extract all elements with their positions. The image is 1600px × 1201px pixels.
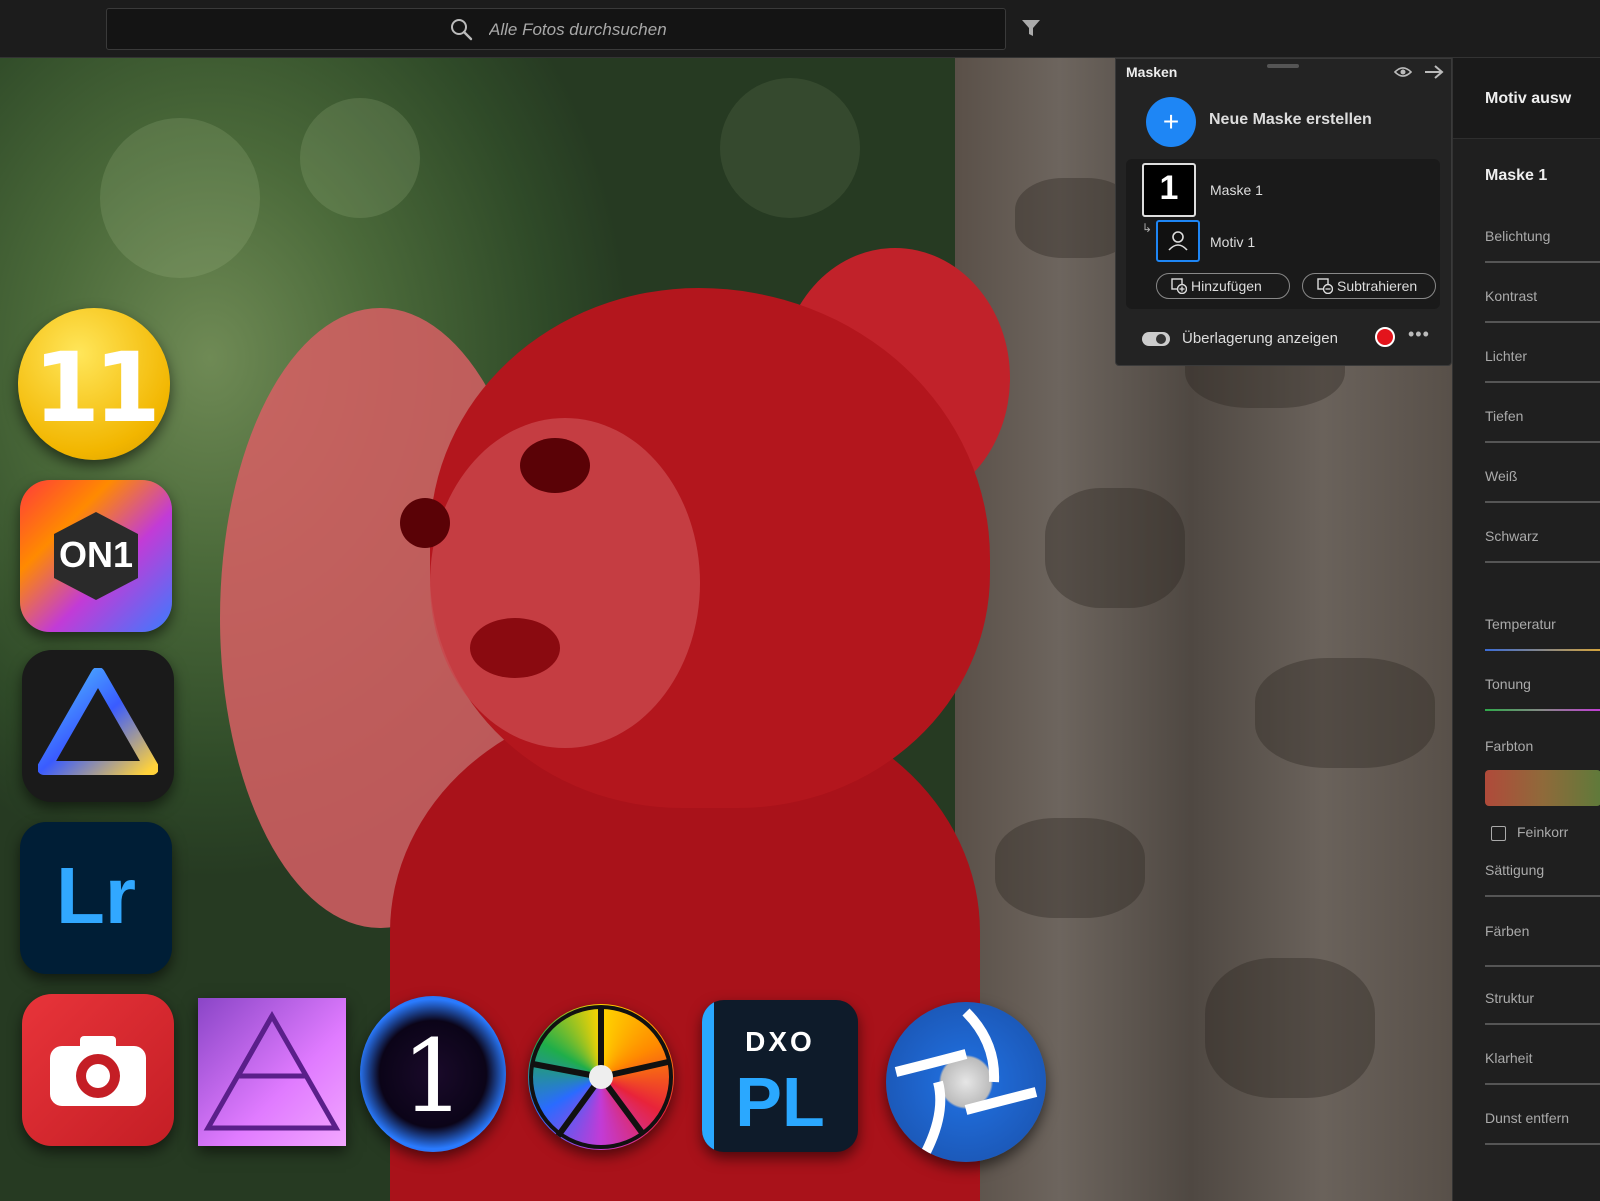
slider-track[interactable]	[1485, 501, 1600, 503]
slider-label: Klarheit	[1485, 1050, 1533, 1066]
slider-label: Tonung	[1485, 676, 1531, 692]
subject-component-thumbnail[interactable]	[1156, 220, 1200, 262]
search-input[interactable]	[487, 15, 971, 45]
link-arrow-icon: ↳	[1142, 221, 1153, 235]
fine-adjust-checkbox[interactable]	[1491, 826, 1506, 841]
eye-icon[interactable]	[1394, 66, 1412, 78]
app-icon-label: Lr	[56, 851, 136, 940]
add-button[interactable]: Hinzufügen	[1156, 273, 1290, 299]
slider-track[interactable]	[1485, 381, 1600, 383]
bokeh-highlight	[300, 98, 420, 218]
slider-label: Temperatur	[1485, 616, 1556, 632]
tint-slider[interactable]	[1485, 709, 1600, 711]
masks-panel-title: Masken	[1126, 64, 1178, 80]
search-icon	[451, 19, 473, 41]
slider-label: Struktur	[1485, 990, 1535, 1006]
camera-icon	[50, 1036, 146, 1106]
bokeh-highlight	[100, 118, 260, 278]
app-icon-darktable[interactable]	[528, 1004, 674, 1150]
subtract-mask-icon	[1317, 278, 1333, 294]
slider-track[interactable]	[1485, 261, 1600, 263]
subject-eye	[520, 438, 590, 493]
adjustments-panel: Motiv ausw Maske 1 Belichtung Kontrast L…	[1452, 58, 1600, 1201]
shutter-icon	[894, 1008, 1038, 1155]
more-options-icon[interactable]: •••	[1408, 324, 1430, 345]
app-icon-lightroom[interactable]: Lr	[20, 822, 172, 974]
subject-component-name[interactable]: Motiv 1	[1210, 234, 1255, 250]
hue-slider[interactable]	[1485, 770, 1600, 806]
app-icon-photo-editor-11[interactable]: 11	[18, 308, 170, 460]
slider-track[interactable]	[1485, 1083, 1600, 1085]
app-icon-label: 1	[401, 1018, 465, 1135]
app-icon-capture-one[interactable]: 1	[360, 996, 506, 1152]
person-icon	[1168, 231, 1188, 251]
overlay-toggle[interactable]	[1142, 332, 1170, 346]
app-icon-label: 11	[33, 332, 161, 444]
slider-label: Kontrast	[1485, 288, 1538, 304]
adjustments-header: Motiv ausw	[1453, 58, 1600, 139]
arrow-right-icon[interactable]	[1424, 64, 1444, 80]
aperture-icon	[529, 1005, 673, 1149]
masks-panel: Masken + Neue Maske erstellen 1 Maske 1 …	[1115, 58, 1452, 366]
app-icon-label: DXO	[745, 1026, 815, 1057]
app-icon-on1[interactable]: ON1	[20, 480, 172, 632]
slider-label: Tiefen	[1485, 408, 1524, 424]
new-mask-button[interactable]: +	[1146, 97, 1196, 147]
slider-label: Farbton	[1485, 738, 1534, 754]
app-icon-dxo-photolab[interactable]: DXO PL	[702, 1000, 858, 1152]
overlay-color-swatch[interactable]	[1375, 327, 1395, 347]
filter-icon[interactable]	[1020, 17, 1042, 39]
affinity-triangle-icon	[203, 1010, 341, 1131]
slider-label: Dunst entfern	[1485, 1110, 1570, 1126]
subtract-button-label: Subtrahieren	[1337, 278, 1418, 294]
slider-track[interactable]	[1485, 441, 1600, 443]
overlay-label: Überlagerung anzeigen	[1182, 330, 1338, 347]
slider-label: Belichtung	[1485, 228, 1551, 244]
triangle-icon	[38, 668, 158, 775]
add-button-label: Hinzufügen	[1191, 278, 1262, 294]
panel-drag-handle[interactable]	[1267, 64, 1299, 68]
slider-track[interactable]	[1485, 1143, 1600, 1145]
active-mask-name: Maske 1	[1485, 167, 1548, 184]
app-icon-affinity-photo[interactable]	[198, 998, 346, 1146]
mask-thumbnail-glyph: 1	[1159, 169, 1179, 207]
new-mask-label[interactable]: Neue Maske erstellen	[1209, 111, 1372, 129]
slider-label: Sättigung	[1485, 862, 1545, 878]
slider-label: Färben	[1485, 923, 1530, 939]
subject-nose	[470, 618, 560, 678]
app-icon-rawtherapee[interactable]	[886, 1002, 1046, 1162]
slider-label: Lichter	[1485, 348, 1528, 364]
slider-track[interactable]	[1485, 1023, 1600, 1025]
subtract-button[interactable]: Subtrahieren	[1302, 273, 1436, 299]
adjustments-title: Motiv ausw	[1485, 90, 1572, 107]
fine-adjust-label: Feinkorr	[1517, 824, 1569, 840]
mask-thumbnail[interactable]: 1	[1142, 163, 1196, 217]
app-icon-label: PL	[735, 1063, 825, 1141]
subject-eye	[400, 498, 450, 548]
app-icon-luminar[interactable]	[22, 650, 174, 802]
bokeh-highlight	[720, 78, 860, 218]
add-mask-icon	[1171, 278, 1187, 294]
app-icon-photo-director[interactable]	[22, 994, 174, 1146]
temperature-slider[interactable]	[1485, 649, 1600, 651]
mask-name[interactable]: Maske 1	[1210, 182, 1263, 198]
slider-label: Schwarz	[1485, 528, 1539, 544]
top-bar	[0, 0, 1600, 58]
search-box[interactable]	[106, 8, 1006, 50]
slider-track[interactable]	[1485, 895, 1600, 897]
mask-item[interactable]: 1 Maske 1 ↳ Motiv 1 Hinzufügen Subtrahie…	[1126, 159, 1440, 309]
slider-track[interactable]	[1485, 965, 1600, 967]
app-icon-label: ON1	[58, 534, 134, 575]
slider-track[interactable]	[1485, 561, 1600, 563]
slider-track[interactable]	[1485, 321, 1600, 323]
slider-label: Weiß	[1485, 468, 1518, 484]
